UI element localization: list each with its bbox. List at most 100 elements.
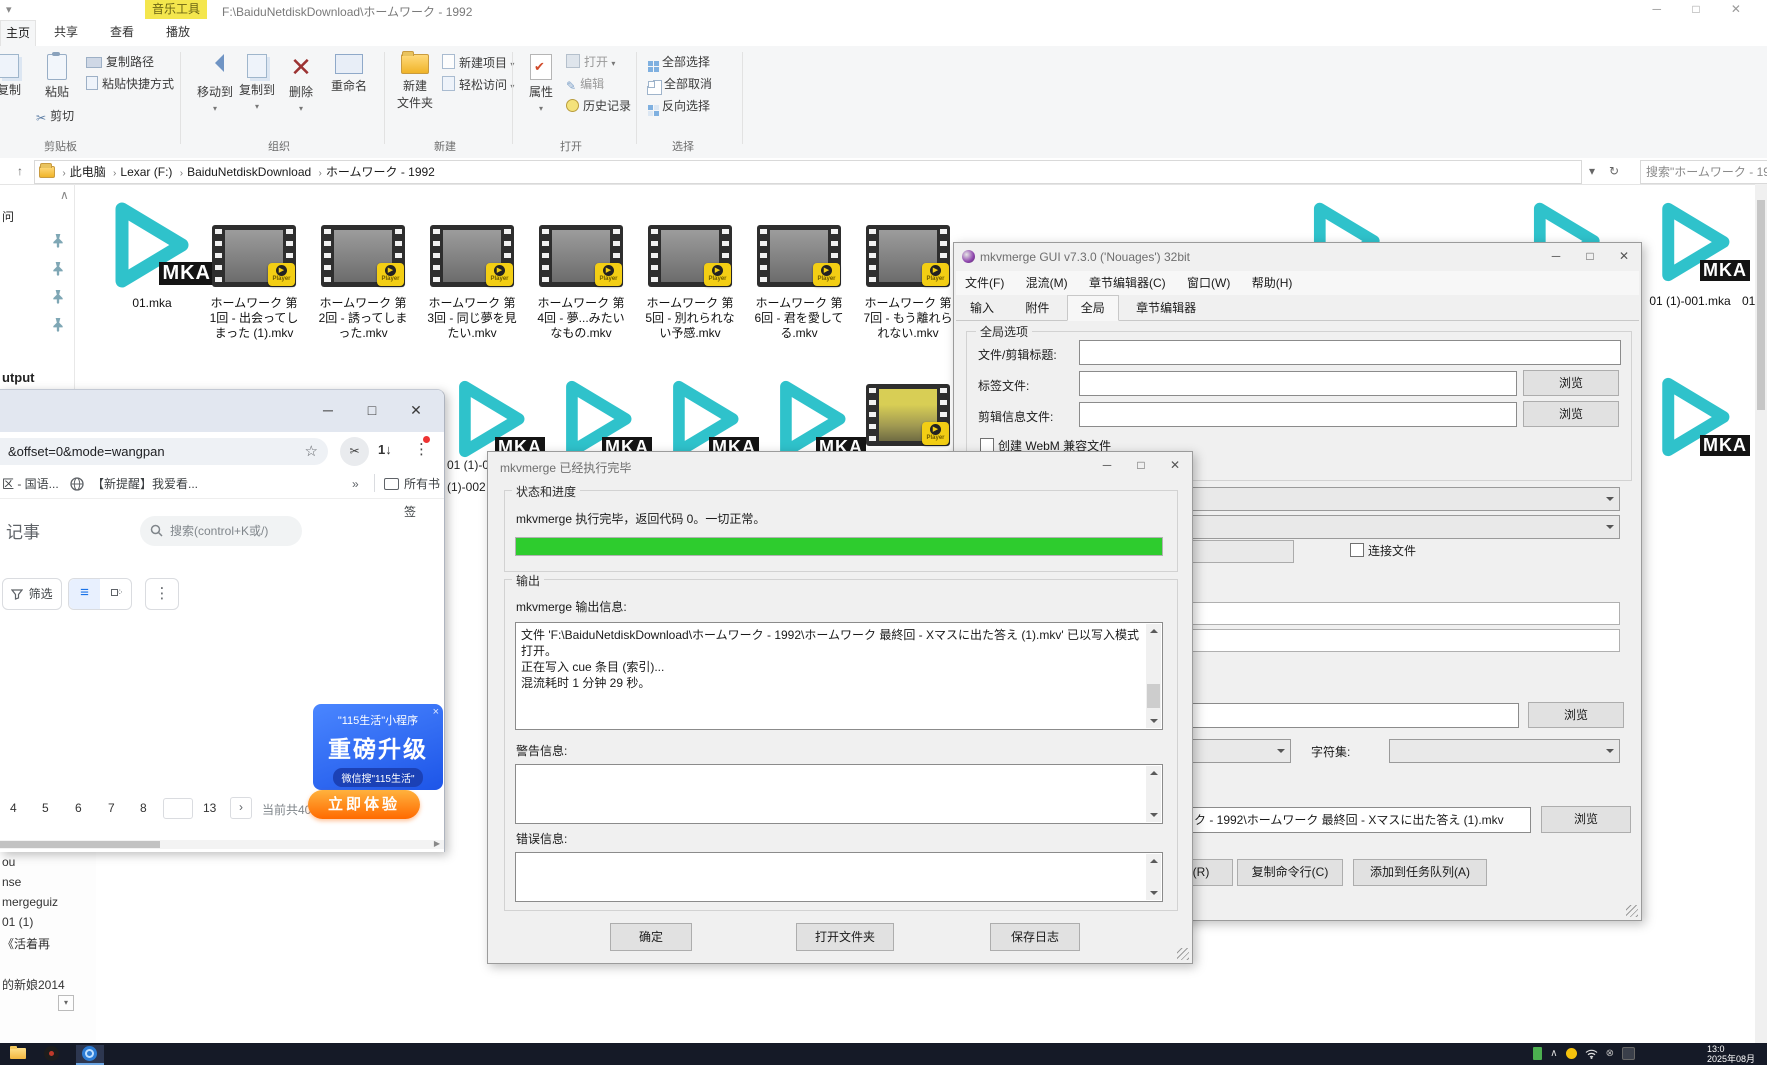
extension-scissors-icon[interactable]: ✂ — [340, 437, 369, 466]
page-number[interactable]: 4 — [10, 801, 17, 815]
select-none-button[interactable]: 全部取消 — [648, 76, 712, 92]
menu-chapter-editor[interactable]: 章节编辑器(C) — [1080, 271, 1175, 295]
tray-security-icon[interactable] — [1566, 1048, 1577, 1059]
up-button[interactable]: ↑ — [10, 160, 30, 182]
file-item[interactable]: MKA — [766, 376, 856, 462]
dialog-window-controls[interactable]: ─□✕ — [1090, 452, 1192, 480]
tray-ime-icon[interactable] — [1622, 1047, 1635, 1060]
file-item[interactable]: MKA — [552, 376, 642, 462]
paste-shortcut-button[interactable]: 粘贴快捷方式 — [86, 76, 174, 92]
file-item[interactable]: MKA — [659, 376, 749, 462]
page-number[interactable]: 7 — [108, 801, 115, 815]
breadcrumb-current[interactable]: ホームワーク - 1992 — [322, 161, 439, 183]
history-button[interactable]: 历史记录 — [566, 98, 631, 114]
file-item[interactable]: MKA — [1648, 372, 1740, 462]
tab-attachments[interactable]: 附件 — [1011, 295, 1063, 321]
more-options-button[interactable]: ⋮ — [145, 578, 179, 610]
scroll-up-icon[interactable] — [1146, 854, 1161, 869]
file-item[interactable]: MKA — [100, 197, 200, 293]
mkvmerge-window-controls[interactable]: ─□✕ — [1539, 243, 1641, 271]
file-item[interactable]: MKA — [1648, 197, 1740, 287]
select-all-button[interactable]: 全部选择 — [648, 54, 710, 70]
breadcrumb-folder[interactable]: BaiduNetdiskDownload — [183, 161, 315, 183]
refresh-icon[interactable]: ↻ — [1604, 160, 1624, 182]
save-log-button[interactable]: 保存日志 — [990, 923, 1080, 951]
new-folder-button[interactable]: 新建文件夹 — [392, 50, 438, 134]
taskbar-explorer-icon[interactable] — [10, 1045, 28, 1063]
navpane-scroll-up-icon[interactable]: ∧ — [60, 188, 69, 202]
hscroll-thumb[interactable] — [0, 841, 160, 848]
next-page-button[interactable]: › — [230, 797, 252, 819]
charset-combo[interactable] — [1389, 739, 1620, 763]
file-item[interactable]: ▶Player — [757, 225, 841, 287]
open-button[interactable]: 打开 ▾ — [566, 54, 615, 70]
scroll-up-icon[interactable] — [1146, 766, 1161, 781]
file-item[interactable]: ▶Player — [648, 225, 732, 287]
quick-access-toolbar-icon[interactable]: ▾ — [6, 3, 12, 16]
wifi-icon[interactable] — [1585, 1049, 1598, 1059]
scroll-right-icon[interactable]: ▶ — [434, 839, 440, 848]
minimize-icon[interactable]: ─ — [1090, 452, 1124, 480]
new-item-button[interactable]: 新建项目 ▾ — [442, 54, 514, 70]
maximize-icon[interactable]: □ — [350, 396, 394, 424]
invert-selection-button[interactable]: 反向选择 — [648, 98, 710, 114]
file-title-input[interactable] — [1079, 340, 1621, 365]
tag-browse-button[interactable]: 浏览 — [1523, 370, 1619, 396]
copy-to-button[interactable]: 复制到▾ — [234, 50, 280, 134]
page-search-input[interactable]: 搜索(control+K或/) — [140, 516, 302, 546]
link-files-checkbox[interactable] — [1350, 543, 1364, 557]
segment-browse-button[interactable]: 浏览 — [1523, 401, 1619, 427]
tag-file-input[interactable] — [1079, 371, 1517, 396]
breadcrumb[interactable]: ›此电脑 ›Lexar (F:) ›BaiduNetdiskDownload ›… — [34, 160, 1582, 184]
tab-global[interactable]: 全局 — [1067, 295, 1119, 321]
minimize-icon[interactable]: ─ — [1539, 243, 1573, 271]
page-jump-input[interactable] — [163, 798, 193, 819]
maximize-icon[interactable]: □ — [1573, 243, 1607, 271]
tab-chapter-editor[interactable]: 章节编辑器 — [1122, 295, 1210, 321]
menu-window[interactable]: 窗口(W) — [1178, 271, 1239, 295]
tab-share[interactable]: 共享 — [40, 20, 92, 45]
chevron-down-icon[interactable]: ▾ — [58, 995, 74, 1011]
error-scrollbar[interactable] — [1146, 854, 1161, 900]
warning-scrollbar[interactable] — [1146, 766, 1161, 822]
breadcrumb-this-pc[interactable]: 此电脑 — [66, 161, 110, 183]
add-to-queue-button[interactable]: 添加到任务队列(A) — [1353, 859, 1487, 886]
scroll-up-icon[interactable] — [1146, 624, 1161, 639]
copy-cmdline-button[interactable]: 复制命令行(C) — [1237, 859, 1343, 886]
taskbar-player-icon[interactable] — [44, 1045, 62, 1063]
search-input[interactable]: 搜索"ホームワーク - 19 — [1640, 160, 1767, 184]
scroll-down-icon[interactable] — [1146, 713, 1161, 728]
bookmark-item[interactable]: 区 - 国语... — [2, 470, 59, 498]
filter-button[interactable]: 筛选 — [2, 578, 62, 610]
dialog-titlebar[interactable]: mkvmerge 已经执行完毕 ─□✕ — [488, 452, 1192, 480]
file-item[interactable]: ▶Player — [539, 225, 623, 287]
tab-play[interactable]: 播放 — [152, 20, 204, 45]
taskbar-clock[interactable]: 13:0 2025年08月 — [1707, 1044, 1767, 1064]
bookmark-star-icon[interactable]: ☆ — [305, 438, 318, 465]
explorer-scrollbar-thumb[interactable] — [1757, 200, 1765, 410]
page-number[interactable]: 5 — [42, 801, 49, 815]
menu-file[interactable]: 文件(F) — [956, 271, 1013, 295]
download-manager-icon[interactable]: 1↓ — [378, 442, 392, 457]
browser-window-controls[interactable]: ─ □ ✕ — [306, 396, 438, 424]
list-view-icon[interactable]: ≡ — [69, 579, 100, 609]
close-icon[interactable]: ✕ — [394, 396, 438, 424]
tray-close-icon[interactable]: ⊗ — [1606, 1048, 1614, 1059]
file-item[interactable]: ▶Player — [430, 225, 514, 287]
file-item[interactable]: ▶Player — [212, 225, 296, 287]
resize-grip[interactable] — [1626, 905, 1638, 917]
browser-titlebar[interactable]: ─ □ ✕ — [0, 390, 444, 432]
segment-info-input[interactable] — [1079, 402, 1517, 427]
explorer-window-controls[interactable]: ─ □ ✕ — [1653, 2, 1755, 16]
mkvmerge-titlebar[interactable]: mkvmerge GUI v7.3.0 ('Nouages') 32bit ─□… — [954, 243, 1641, 271]
output-scrollbar[interactable] — [1146, 624, 1161, 728]
taskbar-browser-icon[interactable] — [76, 1045, 104, 1065]
bookmark-item[interactable]: 【新提醒】我爱看... — [92, 470, 198, 498]
cut-button[interactable]: ✂剪切 — [36, 108, 74, 124]
minimize-icon[interactable]: ─ — [306, 396, 350, 424]
file-item[interactable]: MKA — [445, 376, 535, 462]
maximize-icon[interactable]: □ — [1124, 452, 1158, 480]
page-number[interactable]: 8 — [140, 801, 147, 815]
open-folder-button[interactable]: 打开文件夹 — [796, 923, 894, 951]
output-browse-button[interactable]: 浏览 — [1541, 806, 1631, 833]
